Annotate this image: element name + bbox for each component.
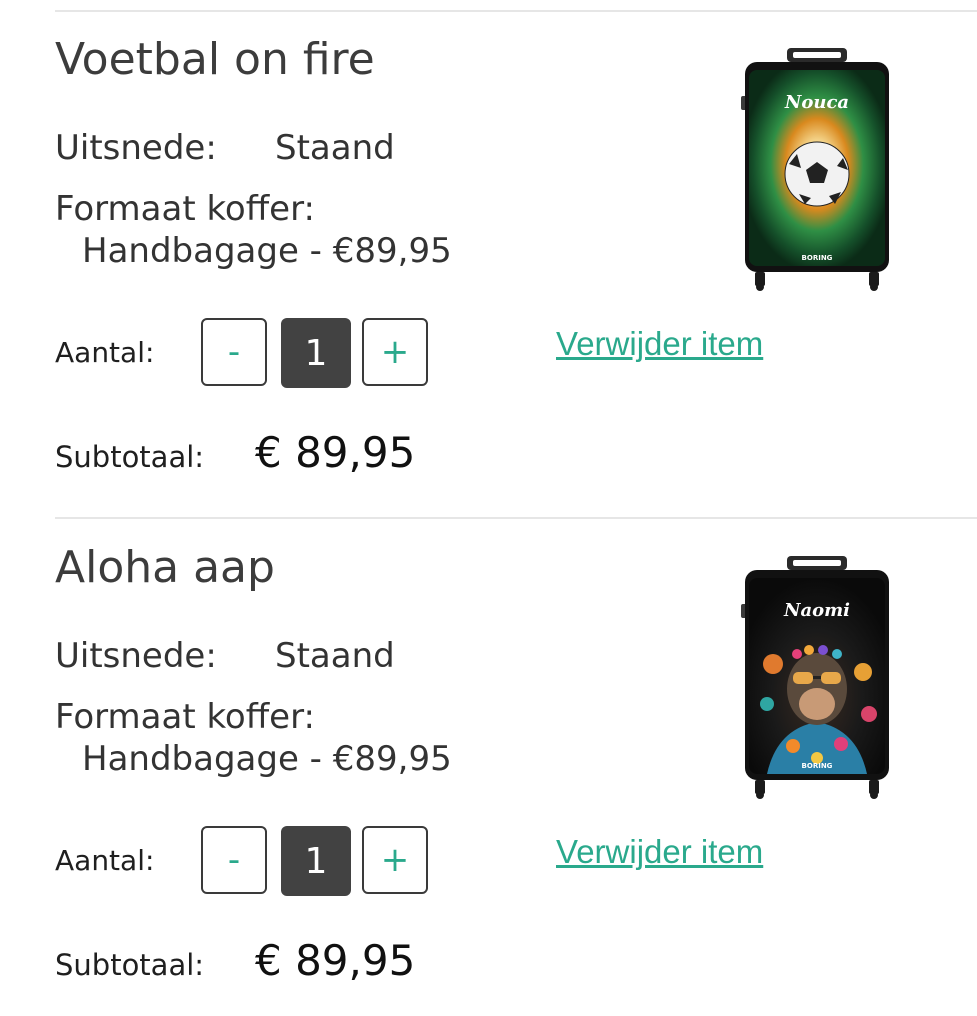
suitcase-name-text: Nouca <box>784 92 849 113</box>
subtotal-label: Subtotaal: <box>55 440 205 474</box>
quantity-value[interactable]: 1 <box>281 318 351 388</box>
remove-item-link[interactable]: Verwijder item <box>556 833 763 871</box>
quantity-value[interactable]: 1 <box>281 826 351 896</box>
product-title: Aloha aap <box>55 542 275 593</box>
remove-item-link[interactable]: Verwijder item <box>556 325 763 363</box>
subtotal-value: € 89,95 <box>255 936 416 985</box>
quantity-label: Aantal: <box>55 844 155 877</box>
format-value: Handbagage - €89,95 <box>82 739 452 779</box>
decrease-quantity-button[interactable]: - <box>201 826 267 894</box>
brand-text: BORING <box>802 762 833 770</box>
increase-quantity-button[interactable]: + <box>362 318 428 386</box>
quantity-label: Aantal: <box>55 336 155 369</box>
brand-text: BORING <box>802 254 833 262</box>
cut-row: Uitsnede: Staand <box>55 636 395 676</box>
suitcase-name-text: Naomi <box>783 600 850 621</box>
suitcase-image[interactable]: Nouca BORING <box>737 46 897 292</box>
cut-row: Uitsnede: Staand <box>55 128 395 168</box>
subtotal-label: Subtotaal: <box>55 948 205 982</box>
cut-value: Staand <box>275 636 395 676</box>
format-label: Formaat koffer: <box>55 697 315 737</box>
cut-label: Uitsnede: <box>55 636 217 676</box>
decrease-quantity-button[interactable]: - <box>201 318 267 386</box>
increase-quantity-button[interactable]: + <box>362 826 428 894</box>
format-label: Formaat koffer: <box>55 189 315 229</box>
product-title: Voetbal on fire <box>55 34 375 85</box>
subtotal-value: € 89,95 <box>255 428 416 477</box>
suitcase-image[interactable]: Naomi BORING <box>737 554 897 800</box>
cut-value: Staand <box>275 128 395 168</box>
format-value: Handbagage - €89,95 <box>82 231 452 271</box>
cart-item: Voetbal on fire Uitsnede: Staand Formaat … <box>0 0 977 508</box>
cut-label: Uitsnede: <box>55 128 217 168</box>
cart-item: Aloha aap Uitsnede: Staand Formaat koffer… <box>0 508 977 1016</box>
